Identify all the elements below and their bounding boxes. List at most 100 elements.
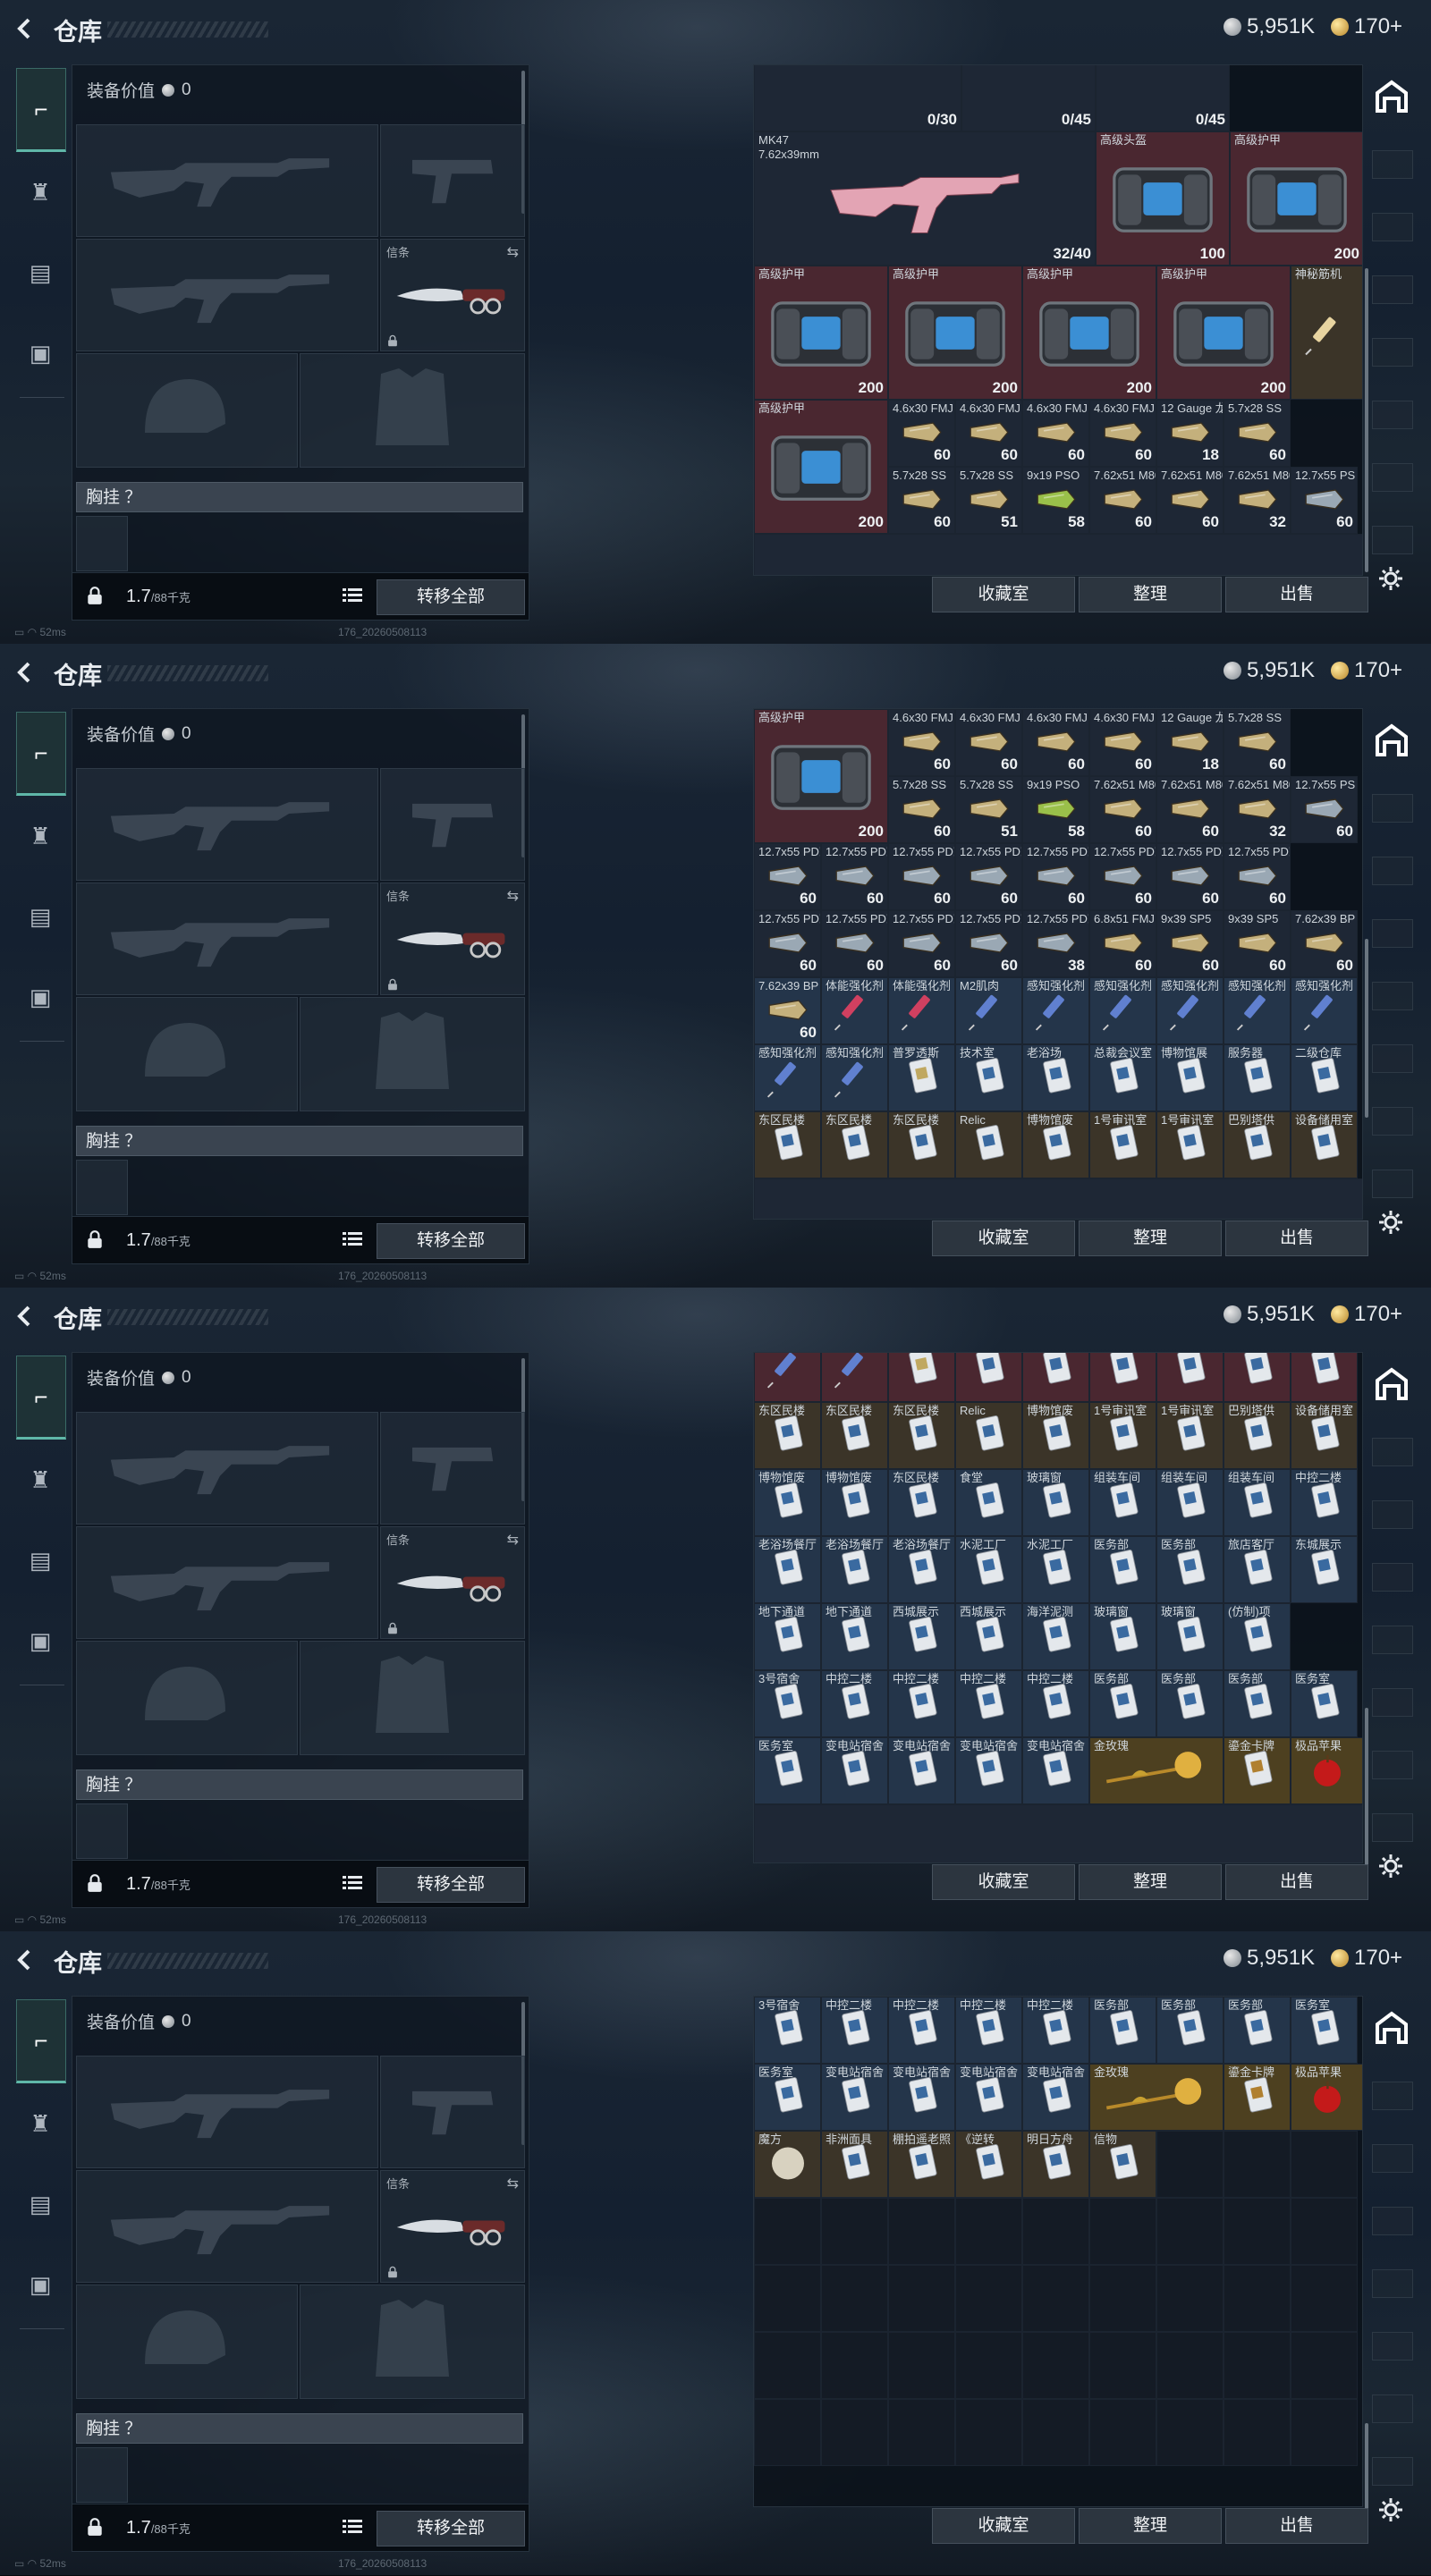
storage-page-tab[interactable] — [1372, 1170, 1413, 1198]
inventory-item[interactable]: 中控二楼 — [888, 1997, 955, 2064]
inventory-item[interactable]: 1号审讯室 — [1156, 1402, 1224, 1469]
inventory-item[interactable]: 神秘筋机 — [1291, 266, 1362, 400]
inventory-item[interactable]: 《逆转 — [955, 2131, 1022, 2198]
inventory-item[interactable]: 感知强化剂 — [754, 1044, 821, 1111]
helmet-slot[interactable] — [76, 997, 298, 1111]
swap-icon[interactable]: ⇆ — [507, 2175, 519, 2192]
case-tab-icon[interactable]: ▣ — [16, 2244, 64, 2325]
inventory-item[interactable]: 巴别塔供 — [1224, 1111, 1291, 1178]
inventory-item[interactable] — [754, 1804, 1362, 1862]
transfer-all-button[interactable]: 转移全部 — [377, 1867, 525, 1903]
inventory-item[interactable]: 医务室 — [1291, 1670, 1358, 1737]
inventory-item[interactable]: 7.62x39 BP 60 — [1291, 910, 1358, 977]
inventory-item[interactable]: 二级仓库 — [1291, 1353, 1358, 1402]
inventory-item[interactable]: 1号审讯室 — [1089, 1111, 1156, 1178]
storage-page-tab[interactable] — [1372, 919, 1413, 948]
inventory-item[interactable]: 0/45 — [961, 65, 1096, 131]
inventory-item[interactable]: 医务部 — [1089, 1670, 1156, 1737]
backpack-tab-icon[interactable]: ▤ — [16, 2164, 64, 2244]
inventory-item[interactable]: 12 Gauge 龙息 18 — [1156, 709, 1224, 776]
inventory-item[interactable] — [754, 2265, 821, 2332]
inventory-item[interactable]: 7.62x51 M80 60 — [1156, 776, 1224, 843]
inventory-item[interactable]: 12.7x55 PD穿甲 60 — [955, 843, 1022, 910]
settings-gear-icon[interactable] — [1377, 1853, 1404, 1879]
gold-currency[interactable]: 170+ — [1331, 14, 1402, 39]
inventory-item[interactable]: 组装车间 — [1224, 1469, 1291, 1536]
inventory-item[interactable] — [1089, 2399, 1156, 2466]
inventory-item[interactable]: 12.7x55 PD穿甲 60 — [888, 843, 955, 910]
inventory-item[interactable] — [955, 2399, 1022, 2466]
inventory-item[interactable]: 东区民楼 — [754, 1111, 821, 1178]
inventory-item[interactable]: 7.62x51 M80 32 — [1224, 776, 1291, 843]
inventory-item[interactable]: 感知强化剂 — [1089, 977, 1156, 1044]
warehouse-tab-icon[interactable] — [1372, 77, 1411, 116]
armor-tab-icon[interactable]: ♜ — [16, 152, 64, 232]
primary-weapon-slot[interactable] — [76, 1412, 378, 1524]
inventory-item[interactable]: 12.7x55 PD穿甲 60 — [821, 910, 888, 977]
inventory-item[interactable] — [1022, 2265, 1089, 2332]
chest-rig-slot[interactable] — [76, 1160, 128, 1215]
storage-page-tab[interactable] — [1372, 2394, 1413, 2423]
inventory-item[interactable] — [1156, 2265, 1224, 2332]
inventory-item[interactable]: 博物馆展 — [1156, 1353, 1224, 1402]
back-arrow-icon[interactable] — [13, 1947, 38, 1972]
inventory-item[interactable]: 明日方舟 — [1022, 2131, 1089, 2198]
inventory-item[interactable]: 博物馆废 — [1022, 1402, 1089, 1469]
chest-rig-header[interactable]: 胸挂 ？ — [76, 1769, 523, 1800]
inventory-item[interactable]: 旅店客厅 — [1224, 1536, 1291, 1603]
storage-page-tab[interactable] — [1372, 463, 1413, 492]
storage-page-tab[interactable] — [1372, 275, 1413, 304]
inventory-item[interactable]: 中控二楼 — [821, 1670, 888, 1737]
inventory-item[interactable]: 12.7x55 PD穿甲 60 — [1022, 843, 1089, 910]
inventory-item[interactable]: 5.7x28 SS 60 — [1224, 400, 1291, 467]
inventory-item[interactable]: 医务部 — [1089, 1997, 1156, 2064]
inventory-item[interactable]: 东区民楼 — [821, 1111, 888, 1178]
inventory-item[interactable]: 非洲面具 — [821, 2131, 888, 2198]
inventory-item[interactable]: 地下通道 — [821, 1603, 888, 1670]
inventory-item[interactable]: 西城展示 — [888, 1603, 955, 1670]
gold-currency[interactable]: 170+ — [1331, 1946, 1402, 1971]
gold-currency[interactable]: 170+ — [1331, 658, 1402, 683]
inventory-item[interactable]: 12.7x55 PD穿甲 60 — [821, 843, 888, 910]
inventory-item[interactable]: 组装车间 — [1156, 1469, 1224, 1536]
collection-button[interactable]: 收藏室 — [932, 1864, 1075, 1900]
inventory-item[interactable]: 水泥工厂 — [955, 1536, 1022, 1603]
inventory-item[interactable]: 技术室 — [955, 1353, 1022, 1402]
helmet-item[interactable]: 高级头盔 100 — [1096, 131, 1230, 266]
storage-page-tab[interactable] — [1372, 1626, 1413, 1654]
inventory-item[interactable]: 12.7x55 PD穿甲 60 — [1089, 843, 1156, 910]
secondary-weapon-slot[interactable] — [76, 883, 378, 995]
inventory-item[interactable]: 感知强化剂 — [1291, 977, 1358, 1044]
inventory-item[interactable]: 9x39 SP5 60 — [1224, 910, 1291, 977]
warehouse-tab-icon[interactable] — [1372, 2008, 1411, 2048]
primary-weapon-slot[interactable] — [76, 2056, 378, 2168]
inventory-item[interactable]: 东区民楼 — [888, 1469, 955, 1536]
inventory-item[interactable] — [1291, 2332, 1358, 2399]
inventory-item[interactable]: 西城展示 — [955, 1603, 1022, 1670]
inventory-item[interactable]: 巴别塔供 — [1224, 1402, 1291, 1469]
storage-page-tab[interactable] — [1372, 1107, 1413, 1136]
inventory-item[interactable]: 二级仓库 — [1291, 1044, 1358, 1111]
inventory-item[interactable]: 感知强化剂 — [754, 1353, 821, 1402]
sell-button[interactable]: 出售 — [1225, 1220, 1368, 1256]
inventory-item[interactable] — [821, 2198, 888, 2265]
inventory-item[interactable] — [754, 2332, 821, 2399]
inventory-item[interactable]: 9x19 PSO 58 — [1022, 776, 1089, 843]
inventory-item[interactable]: 普罗透斯 — [888, 1044, 955, 1111]
backpack-tab-icon[interactable]: ▤ — [16, 876, 64, 957]
settings-gear-icon[interactable] — [1377, 565, 1404, 592]
inventory-item[interactable]: 总裁会议室 — [1089, 1044, 1156, 1111]
helmet-slot[interactable] — [76, 2285, 298, 2399]
inventory-item[interactable]: 食堂 — [955, 1469, 1022, 1536]
inventory-item[interactable]: 玻璃窗 — [1022, 1469, 1089, 1536]
inventory-scrollbar[interactable] — [1365, 2423, 1368, 2521]
silver-currency[interactable]: 5,951K — [1224, 1946, 1315, 1971]
weapon-tab-icon[interactable]: ⌐ — [16, 68, 66, 152]
inventory-item[interactable]: 变电站宿舍 — [821, 1737, 888, 1804]
inventory-item[interactable]: 中控二楼 — [821, 1997, 888, 2064]
inventory-item[interactable]: 信物 — [1089, 2131, 1156, 2198]
inventory-item[interactable]: 金玫瑰 — [1089, 2064, 1224, 2131]
inventory-item[interactable]: 东区民楼 — [754, 1402, 821, 1469]
armor-item[interactable]: 高级护甲 200 — [754, 709, 888, 843]
inventory-item[interactable] — [1089, 2332, 1156, 2399]
